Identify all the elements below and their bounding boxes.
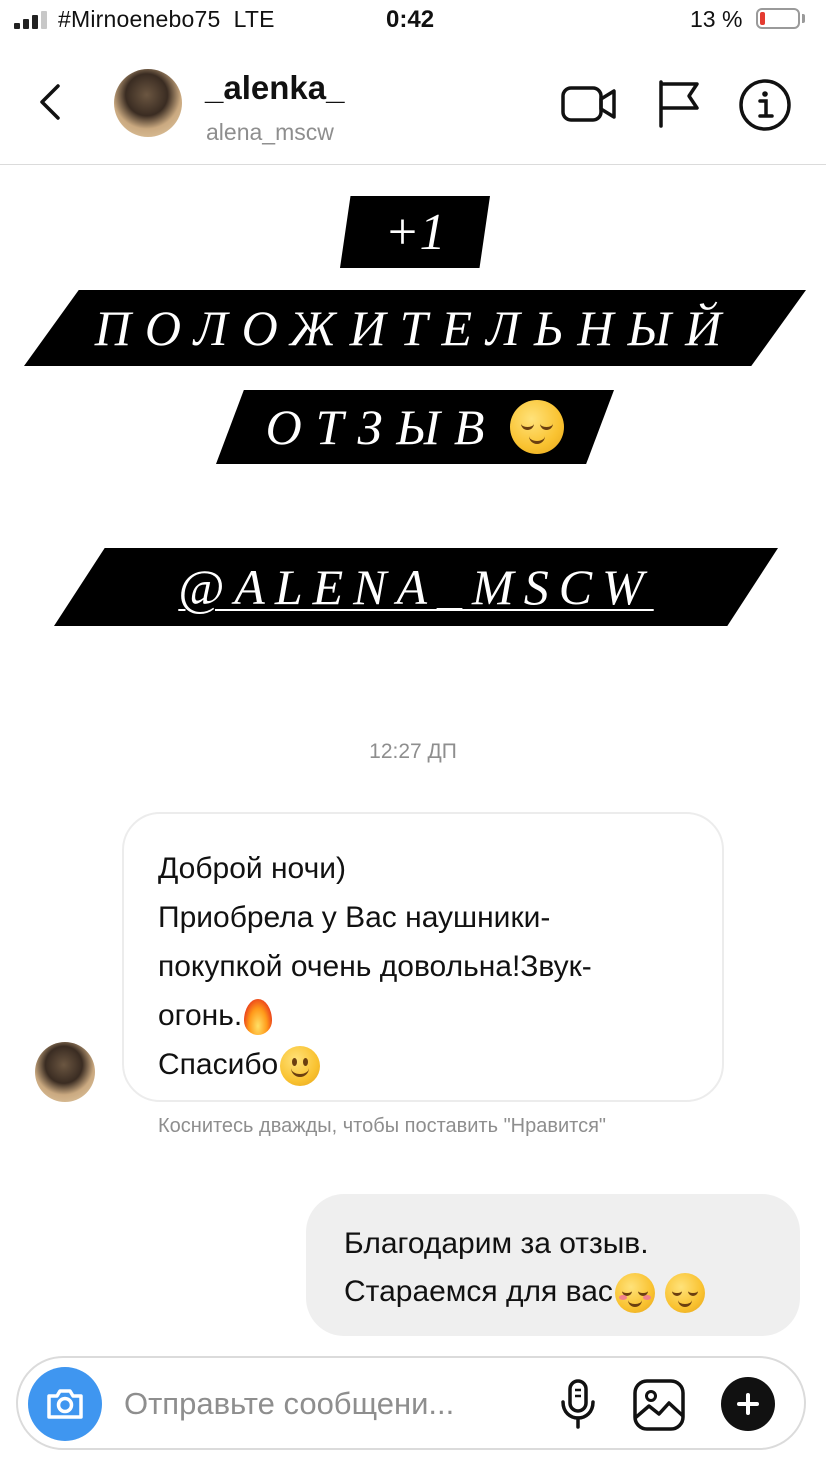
contact-display-name[interactable]: _alenka_ <box>205 69 344 107</box>
relieved-face-emoji <box>664 1273 705 1314</box>
status-bar: #Mirnoenebo75 LTE 0:42 13 % <box>0 0 826 40</box>
contact-username[interactable]: alena_mscw <box>206 119 334 146</box>
camera-button[interactable] <box>28 1367 102 1441</box>
message-line-with-emoji: Спасибо <box>158 1040 692 1089</box>
incoming-message-bubble[interactable]: Доброй ночи) Приобрела у Вас наушники- п… <box>122 812 724 1102</box>
story-banner-positive[interactable]: ПОЛОЖИТЕЛЬНЫЙ <box>24 290 806 366</box>
slightly-smiling-face-emoji <box>280 1046 321 1087</box>
message-line: Стараемся для вас <box>344 1275 613 1308</box>
story-text-positive: ПОЛОЖИТЕЛЬНЫЙ <box>94 300 736 356</box>
story-banner-plus-one[interactable]: +1 <box>340 196 490 268</box>
message-line: Благодарим за отзыв. <box>344 1227 649 1260</box>
message-composer <box>16 1356 806 1450</box>
message-line: Доброй ночи) <box>158 852 346 885</box>
battery-tip <box>802 14 805 23</box>
outgoing-message-bubble[interactable]: Благодарим за отзыв. Стараемся для вас <box>306 1194 800 1336</box>
signal-strength-icon <box>14 11 50 29</box>
network-type: LTE <box>233 6 275 32</box>
story-text-plus-one: +1 <box>384 203 446 261</box>
chevron-left-icon[interactable] <box>34 80 68 124</box>
fire-emoji <box>244 999 273 1036</box>
avatar[interactable] <box>114 69 182 137</box>
flag-icon[interactable] <box>655 78 701 128</box>
relieved-face-emoji <box>510 400 565 454</box>
battery-icon <box>756 8 800 29</box>
carrier-label: #Mirnoenebo75 LTE <box>58 6 275 32</box>
battery-percent: 13 % <box>690 6 743 32</box>
story-mention-link[interactable]: @ALENA_MSCW <box>178 558 653 616</box>
message-line: Приобрела у Вас наушники- <box>158 901 551 934</box>
message-line: покупкой очень довольна!Звук- <box>158 950 592 983</box>
double-tap-like-hint: Коснитесь дважды, чтобы поставить "Нрави… <box>158 1115 607 1137</box>
message-input[interactable] <box>122 1378 546 1430</box>
status-time: 0:42 <box>386 6 435 33</box>
message-line-with-emoji: огонь. <box>158 991 692 1040</box>
video-camera-icon[interactable] <box>560 82 618 126</box>
story-text-review: ОТЗЫВ <box>265 399 499 455</box>
plus-icon[interactable] <box>721 1377 775 1431</box>
chat-header: _alenka_ alena_mscw <box>0 40 826 165</box>
camera-icon <box>47 1389 83 1419</box>
story-banner-mention[interactable]: @ALENA_MSCW <box>54 548 778 626</box>
message-timestamp: 12:27 ДП <box>369 740 457 763</box>
message-line: Спасибо <box>158 1048 279 1081</box>
message-line: огонь. <box>158 999 243 1032</box>
gallery-icon[interactable] <box>632 1378 686 1432</box>
message-line-with-emoji: Стараемся для вас <box>344 1268 800 1316</box>
story-banner-review[interactable]: ОТЗЫВ <box>216 390 614 464</box>
sender-avatar[interactable] <box>35 1042 95 1102</box>
smiling-face-emoji <box>614 1273 655 1314</box>
info-icon[interactable] <box>738 78 792 132</box>
microphone-icon[interactable] <box>558 1378 598 1430</box>
